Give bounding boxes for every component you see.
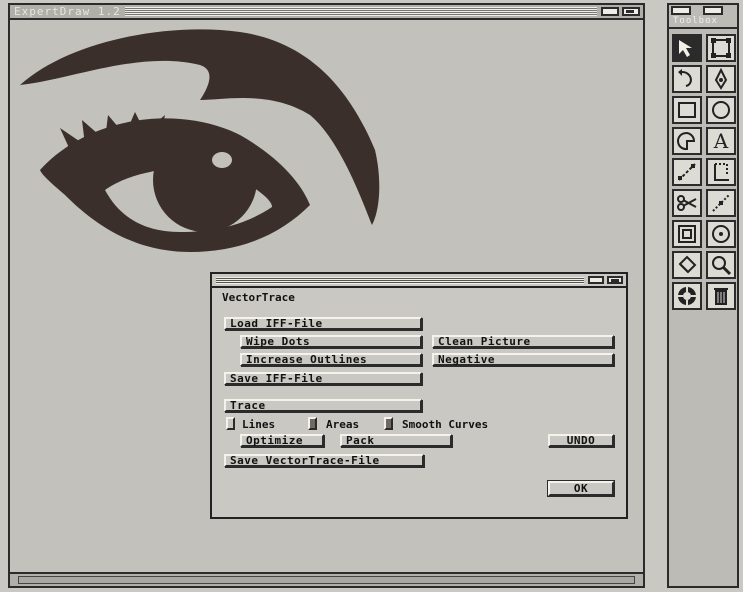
connect-icon[interactable] [706,189,736,217]
toolbox-titlebar[interactable]: Toolbox [669,5,737,29]
select-arrow-icon[interactable] [672,34,702,62]
group-icon[interactable] [672,220,702,248]
scissors-icon[interactable] [672,189,702,217]
dialog-titlebar[interactable] [212,274,626,288]
main-window-titlebar[interactable]: ExpertDraw 1.2 [10,5,643,20]
toolbox-depth-button[interactable] [671,6,691,15]
trace-button[interactable]: Trace [224,399,422,412]
vectortrace-dialog: VectorTrace Load IFF-File Wipe Dots Clea… [210,272,628,519]
dialog-depth-button[interactable] [588,276,604,284]
lines-checkbox[interactable] [226,417,235,430]
toolbox-tools: A [669,29,737,315]
scrollbar-knob[interactable] [18,576,635,584]
dialog-title: VectorTrace [222,291,295,304]
iris [153,128,257,232]
ok-button[interactable]: OK [547,480,615,497]
target-icon[interactable] [706,220,736,248]
load-iff-button[interactable]: Load IFF-File [224,317,422,330]
zoom-button[interactable] [622,7,640,16]
smooth-curves-label: Smooth Curves [402,418,489,431]
dialog-zoom-button[interactable] [607,276,623,284]
clean-picture-button[interactable]: Clean Picture [432,335,614,348]
arc-icon[interactable] [672,127,702,155]
lifebuoy-icon[interactable] [672,282,702,310]
depth-back-button[interactable] [601,7,619,16]
negative-button[interactable]: Negative [432,353,614,366]
rotate-icon[interactable] [672,65,702,93]
increase-outlines-button[interactable]: Increase Outlines [240,353,422,366]
pack-button[interactable]: Pack [340,434,452,447]
main-window-title: ExpertDraw 1.2 [14,5,121,18]
trash-icon[interactable] [706,282,736,310]
titlebar-stripes [124,7,597,16]
toolbox-title: Toolbox [673,16,718,26]
scale-icon[interactable] [706,158,736,186]
fill-bucket-icon[interactable] [672,251,702,279]
toolbox-zoom-button[interactable] [703,6,723,15]
save-vectortrace-button[interactable]: Save VectorTrace-File [224,454,424,467]
smooth-curves-checkbox[interactable] [384,417,393,430]
pen-nib-icon[interactable] [706,65,736,93]
save-iff-button[interactable]: Save IFF-File [224,372,422,385]
areas-checkbox[interactable] [308,417,317,430]
dialog-titlebar-stripes [216,276,584,284]
lines-label: Lines [242,418,276,431]
circle-icon[interactable] [706,96,736,124]
rectangle-icon[interactable] [672,96,702,124]
node-edit-icon[interactable] [672,158,702,186]
areas-label: Areas [326,418,360,431]
iris-highlight [212,152,232,168]
wipe-dots-button[interactable]: Wipe Dots [240,335,422,348]
optimize-button[interactable]: Optimize [240,434,324,447]
magnifier-icon[interactable] [706,251,736,279]
toolbox-window: Toolbox A [667,3,739,588]
resize-box-icon[interactable] [706,34,736,62]
horizontal-scrollbar[interactable] [10,572,643,586]
text-icon[interactable]: A [706,127,736,155]
undo-button[interactable]: UNDO [548,434,614,447]
